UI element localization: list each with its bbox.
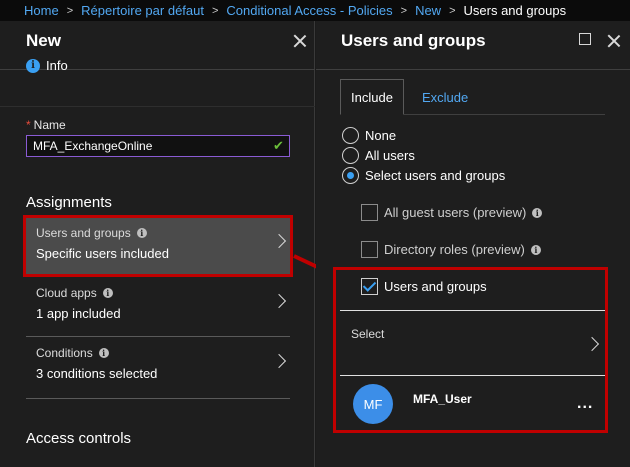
radio-label: None — [365, 128, 397, 143]
radio-button[interactable] — [342, 127, 359, 144]
avatar: MF — [353, 384, 393, 424]
breadcrumb: Home > Répertoire par défaut > Condition… — [0, 0, 630, 21]
selected-user-row[interactable]: MF MFA_User ... — [340, 377, 605, 429]
nav-item-label: Cloud apps i — [36, 286, 113, 300]
nav-item-value: 3 conditions selected — [36, 366, 158, 381]
radio-button[interactable] — [342, 147, 359, 164]
breadcrumb-home[interactable]: Home — [24, 3, 59, 18]
select-users-row[interactable]: Select — [340, 310, 605, 376]
select-label: Select — [351, 327, 385, 341]
radio-select-users-and-groups[interactable]: Select users and groups — [342, 167, 505, 184]
maximize-icon[interactable] — [579, 33, 591, 45]
name-label: * Name — [26, 118, 66, 132]
more-options-icon[interactable]: ... — [577, 395, 593, 413]
nav-divider — [26, 398, 290, 399]
checkbox-users-and-groups[interactable]: Users and groups — [361, 278, 487, 295]
checkbox-checked[interactable] — [361, 278, 378, 295]
checkbox[interactable] — [361, 241, 378, 258]
nav-item-value: Specific users included — [36, 246, 169, 261]
chevron-right-icon — [584, 336, 600, 352]
breadcrumb-policies[interactable]: Conditional Access - Policies — [226, 3, 392, 18]
checkbox-directory-roles[interactable]: Directory roles (preview) i — [361, 241, 541, 258]
checkbox-label: Directory roles (preview) — [384, 242, 525, 257]
nav-divider — [26, 336, 290, 337]
close-icon[interactable] — [607, 34, 621, 48]
radio-label: All users — [365, 148, 415, 163]
info-icon: i — [532, 207, 543, 218]
breadcrumb-directory[interactable]: Répertoire par défaut — [81, 3, 204, 18]
info-icon: i — [530, 244, 541, 255]
chevron-right-icon — [271, 233, 287, 249]
chevron-right-icon — [271, 293, 287, 309]
nav-item-value: 1 app included — [36, 306, 121, 321]
required-marker: * — [26, 118, 31, 132]
radio-label: Select users and groups — [365, 168, 506, 183]
checkbox[interactable] — [361, 204, 378, 221]
blade-title-users-and-groups: Users and groups — [341, 31, 486, 50]
info-label: Info — [46, 58, 68, 73]
breadcrumb-separator: > — [400, 4, 408, 17]
info-icon: i — [102, 288, 113, 298]
radio-all-users[interactable]: All users — [342, 147, 415, 164]
info-icon: i — [26, 58, 40, 73]
blade-header-divider — [316, 69, 630, 70]
checkbox-all-guest-users[interactable]: All guest users (preview) i — [361, 204, 543, 221]
tab-include[interactable]: Include — [340, 79, 404, 115]
tab-exclude[interactable]: Exclude — [412, 79, 478, 115]
info-divider — [0, 106, 315, 107]
checkbox-label: Users and groups — [384, 279, 487, 294]
name-input[interactable]: MFA_ExchangeOnline — [26, 135, 290, 157]
info-icon: i — [136, 228, 147, 238]
close-icon[interactable] — [293, 34, 307, 48]
breadcrumb-current: Users and groups — [463, 3, 567, 18]
breadcrumb-separator: > — [449, 4, 456, 17]
nav-item-conditions[interactable]: Conditions i 3 conditions selected — [26, 338, 290, 394]
breadcrumb-separator: > — [66, 4, 74, 17]
user-name: MFA_User — [413, 392, 472, 406]
assignments-heading: Assignments — [26, 194, 112, 211]
nav-item-label: Users and groups i — [36, 226, 147, 240]
info-icon: i — [98, 348, 109, 358]
breadcrumb-separator: > — [211, 4, 219, 17]
name-label-text: Name — [33, 118, 66, 132]
nav-item-users-and-groups[interactable]: Users and groups i Specific users include… — [26, 218, 290, 274]
chevron-right-icon — [271, 353, 287, 369]
blade-title-new: New — [26, 31, 61, 50]
info-link[interactable]: i Info — [26, 58, 68, 73]
radio-none[interactable]: None — [342, 127, 396, 144]
nav-item-label: Conditions i — [36, 346, 109, 360]
checkbox-label: All guest users (preview) — [384, 205, 527, 220]
valid-check-icon: ✔ — [273, 138, 284, 153]
include-exclude-tabs: Include Exclude — [340, 79, 605, 115]
radio-button-selected[interactable] — [342, 167, 359, 184]
access-controls-heading: Access controls — [26, 430, 132, 447]
nav-item-cloud-apps[interactable]: Cloud apps i 1 app included — [26, 278, 290, 334]
breadcrumb-new[interactable]: New — [415, 3, 441, 18]
